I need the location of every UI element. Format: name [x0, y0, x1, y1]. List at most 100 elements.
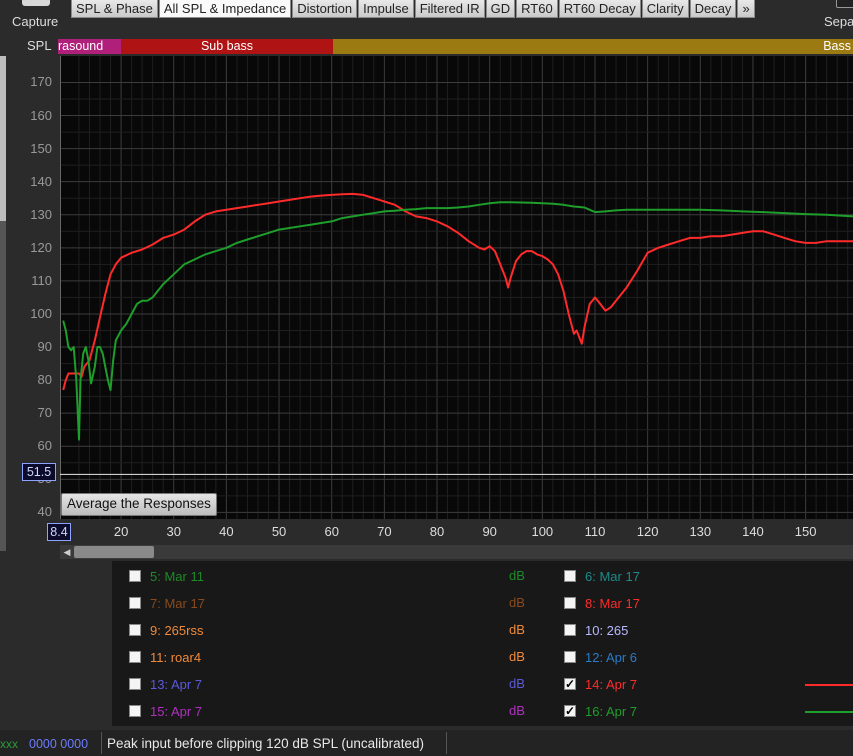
- y-axis-label: SPL: [27, 38, 52, 53]
- checkbox[interactable]: [129, 651, 141, 663]
- y-tick-label: 140: [30, 173, 52, 189]
- legend-label[interactable]: 10: 265: [585, 623, 628, 638]
- legend-label[interactable]: 15: Apr 7: [150, 704, 202, 719]
- checkbox[interactable]: [564, 597, 576, 609]
- legend-item: 12: Apr 6: [564, 649, 637, 665]
- y-tick-label: 110: [31, 272, 52, 288]
- legend-label[interactable]: 6: Mar 17: [585, 569, 640, 584]
- y-tick-label: 70: [37, 405, 52, 421]
- legend-unit: dB: [509, 676, 525, 691]
- spl-chart[interactable]: [60, 56, 853, 519]
- x-tick-label: 150: [794, 524, 817, 539]
- checkbox[interactable]: [129, 678, 141, 690]
- checkbox[interactable]: [564, 651, 576, 663]
- checkbox[interactable]: [129, 624, 141, 636]
- legend-line-swatch: [805, 684, 853, 686]
- plot-area[interactable]: [60, 56, 853, 519]
- y-tick-label: 120: [30, 239, 52, 255]
- scroll-left-icon[interactable]: ◀: [60, 545, 74, 559]
- status-divider: [101, 732, 102, 754]
- legend-unit: dB: [509, 622, 525, 637]
- tab-filtered-ir[interactable]: Filtered IR: [414, 0, 485, 18]
- y-tick-label: 170: [30, 74, 52, 90]
- x-tick-label: 60: [324, 524, 339, 539]
- band-infrasound: rasound: [58, 39, 121, 54]
- legend-item: 5: Mar 11: [129, 568, 204, 584]
- x-tick-label: 40: [219, 524, 234, 539]
- status-indicator: xxx: [0, 737, 18, 751]
- legend-label[interactable]: 14: Apr 7: [585, 677, 637, 692]
- legend-item: 9: 265rss: [129, 622, 203, 638]
- y-tick-label: 160: [30, 107, 52, 123]
- x-tick-label: 100: [531, 524, 554, 539]
- checkbox[interactable]: [564, 570, 576, 582]
- legend-item: 8: Mar 17: [564, 595, 640, 611]
- side-scrollbar-track[interactable]: [0, 221, 6, 551]
- band-sub-bass: Sub bass: [121, 39, 333, 54]
- legend-unit: dB: [509, 595, 525, 610]
- tab-rt60-decay[interactable]: RT60 Decay: [558, 0, 641, 18]
- capture-button[interactable]: Capture: [0, 0, 75, 38]
- camera-icon: [22, 0, 50, 6]
- x-tick-label: 80: [429, 524, 445, 539]
- tab-bar: SPL & Phase All SPL & Impedance Distortion…: [71, 0, 756, 19]
- y-tick-label: 130: [30, 206, 52, 222]
- tab-impulse[interactable]: Impulse: [358, 0, 414, 18]
- separate-toggle-icon[interactable]: [836, 0, 853, 8]
- side-scrollbar-thumb[interactable]: [0, 56, 6, 221]
- legend-unit: dB: [509, 703, 525, 718]
- checkbox-checked-icon[interactable]: ✓: [564, 705, 576, 717]
- checkbox[interactable]: [564, 624, 576, 636]
- tab-clarity[interactable]: Clarity: [641, 0, 689, 18]
- cursor-y-readout: 51.5: [22, 463, 56, 481]
- legend-label[interactable]: 13: Apr 7: [150, 677, 202, 692]
- legend-unit: dB: [509, 568, 525, 583]
- checkbox-checked-icon[interactable]: ✓: [564, 678, 576, 690]
- legend-item: 7: Mar 17: [129, 595, 205, 611]
- checkbox[interactable]: [129, 705, 141, 717]
- legend-label[interactable]: 8: Mar 17: [585, 596, 640, 611]
- legend-label[interactable]: 12: Apr 6: [585, 650, 637, 665]
- y-tick-label: 100: [30, 305, 52, 321]
- frequency-band-bar: rasound Sub bass Bass: [58, 39, 853, 54]
- legend-label[interactable]: 7: Mar 17: [150, 596, 205, 611]
- x-tick-label: 30: [166, 524, 181, 539]
- checkbox[interactable]: [129, 597, 141, 609]
- tab-distortion[interactable]: Distortion: [292, 0, 358, 18]
- measurement-legend: 5: Mar 11 dB 6: Mar 17 7: Mar 17 dB 8: Mar 17…: [112, 561, 853, 726]
- tab-decay[interactable]: Decay: [689, 0, 737, 18]
- x-tick-label: 90: [482, 524, 497, 539]
- legend-item: 15: Apr 7: [129, 703, 202, 719]
- legend-label[interactable]: 16: Apr 7: [585, 704, 637, 719]
- x-tick-label: 50: [271, 524, 287, 539]
- legend-label[interactable]: 5: Mar 11: [150, 569, 204, 584]
- tab-all-spl-impedance[interactable]: All SPL & Impedance: [158, 0, 292, 18]
- checkbox[interactable]: [129, 570, 141, 582]
- scrollbar-thumb[interactable]: [74, 546, 154, 558]
- legend-item: 6: Mar 17: [564, 568, 640, 584]
- peak-input-status: Peak input before clipping 120 dB SPL (u…: [107, 736, 424, 751]
- tab-gd[interactable]: GD: [485, 0, 516, 18]
- y-tick-label: 90: [37, 339, 52, 355]
- tab-spl-phase[interactable]: SPL & Phase: [71, 0, 158, 18]
- x-tick-label: 110: [584, 524, 606, 539]
- status-bar: xxx 0000 0000 Peak input before clipping…: [0, 730, 853, 756]
- x-tick-label: 130: [689, 524, 712, 539]
- band-bass: Bass: [333, 39, 853, 54]
- status-divider: [446, 732, 447, 754]
- legend-label[interactable]: 11: roar4: [150, 650, 201, 665]
- y-tick-label: 150: [30, 140, 52, 156]
- legend-label[interactable]: 9: 265rss: [150, 623, 203, 638]
- status-code: 0000 0000: [29, 737, 89, 751]
- tab-overflow-icon[interactable]: »: [737, 0, 755, 18]
- cursor-x-readout: 8.4: [47, 523, 71, 541]
- legend-item: 11: roar4: [129, 649, 201, 665]
- legend-item: ✓ 16: Apr 7: [564, 703, 637, 719]
- tab-rt60[interactable]: RT60: [516, 0, 558, 18]
- horizontal-scrollbar[interactable]: ◀: [60, 545, 853, 559]
- x-tick-label: 120: [636, 524, 659, 539]
- y-tick-label: 40: [37, 504, 52, 520]
- capture-label: Capture: [12, 14, 59, 29]
- average-responses-button[interactable]: Average the Responses: [61, 493, 217, 516]
- legend-line-swatch: [805, 711, 853, 713]
